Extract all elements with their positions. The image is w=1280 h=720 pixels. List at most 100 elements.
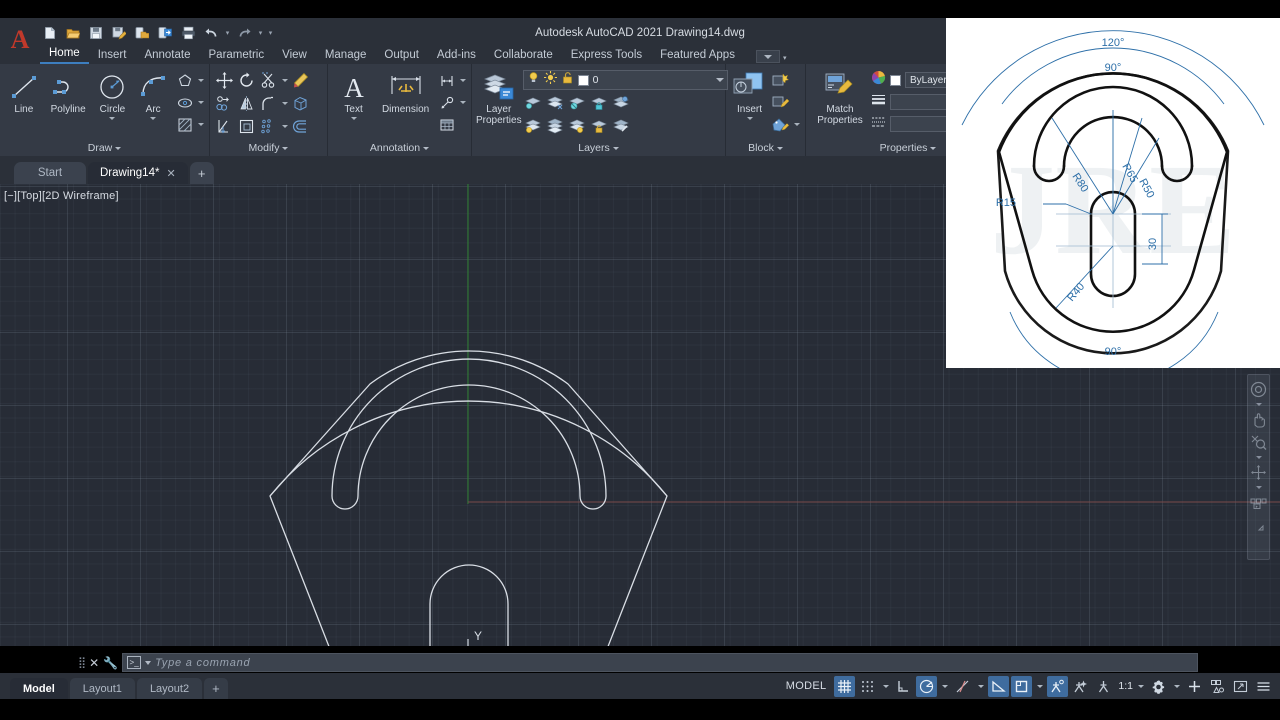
array-icon[interactable] <box>258 116 279 137</box>
close-icon[interactable]: ✕ <box>89 656 99 670</box>
snap-dropdown-icon[interactable] <box>880 676 891 697</box>
layer-unlock-icon[interactable] <box>589 115 610 136</box>
chevron-down-icon[interactable] <box>715 78 724 82</box>
sun-icon[interactable] <box>543 71 557 89</box>
zoom-extents-icon[interactable] <box>1249 433 1268 452</box>
layer-properties-button[interactable]: Layer Properties <box>476 67 522 126</box>
layer-delete-icon[interactable] <box>611 115 632 136</box>
redo-arrow-icon[interactable] <box>234 23 254 43</box>
ellipse-icon[interactable] <box>174 92 195 113</box>
tab-featured-apps[interactable]: Featured Apps <box>651 48 744 64</box>
hardware-acceleration-button[interactable] <box>1184 676 1205 697</box>
close-icon[interactable]: ✕ <box>166 167 175 180</box>
fillet-icon[interactable] <box>258 93 279 114</box>
offset-icon[interactable] <box>290 116 311 137</box>
tab-collaborate[interactable]: Collaborate <box>485 48 562 64</box>
panel-annotation-title-bar[interactable]: Annotation <box>332 140 467 156</box>
panel-layers-title-bar[interactable]: Layers <box>476 140 721 156</box>
dimension-dropdown-icon[interactable] <box>458 70 467 91</box>
layer-thaw-icon[interactable] <box>545 115 566 136</box>
navbar-dropdown-1-icon[interactable] <box>1255 403 1262 406</box>
open-from-web-icon[interactable] <box>132 23 152 43</box>
tab-parametric[interactable]: Parametric <box>200 48 274 64</box>
annotation-dimension-button[interactable]: Dimension <box>376 67 435 116</box>
ribbon-minimize-button[interactable] <box>755 50 780 63</box>
panel-draw-title-bar[interactable]: Draw <box>4 140 205 156</box>
copy-icon[interactable] <box>214 93 235 114</box>
new-document-icon[interactable] <box>40 23 60 43</box>
ribbon-minimize-dropdown-icon[interactable]: ▾ <box>783 54 787 62</box>
model-space-toggle[interactable]: MODEL <box>780 680 833 692</box>
drag-grip-icon[interactable]: ⣿ <box>78 656 86 669</box>
tab-manage[interactable]: Manage <box>316 48 376 64</box>
polar-tracking-button[interactable] <box>916 675 938 697</box>
command-input[interactable]: >_ Type a command <box>122 653 1198 672</box>
layer-turn-on-icon[interactable] <box>567 115 588 136</box>
hatch-dropdown-icon[interactable] <box>196 114 205 135</box>
osnap-dropdown-icon[interactable] <box>975 676 986 697</box>
match-properties-button[interactable]: Match Properties <box>810 67 870 126</box>
layer-control-dropdown[interactable]: 0 <box>522 70 728 90</box>
customize-wrench-icon[interactable]: 🔧 <box>103 656 118 670</box>
text-dropdown-icon[interactable] <box>350 116 357 120</box>
tab-addins[interactable]: Add-ins <box>428 48 485 64</box>
layer-merge-icon[interactable] <box>611 92 632 113</box>
hatch-icon[interactable] <box>174 114 195 135</box>
chevron-down-icon[interactable] <box>145 660 152 665</box>
lightbulb-on-icon[interactable] <box>527 71 540 89</box>
block-attributes-dropdown-icon[interactable] <box>792 114 801 135</box>
layout-tab-layout2[interactable]: Layout2 <box>136 678 203 699</box>
orbit-icon[interactable] <box>1249 463 1268 482</box>
save-to-web-icon[interactable] <box>155 23 175 43</box>
tab-output[interactable]: Output <box>375 48 428 64</box>
object-snap-tracking-button[interactable] <box>988 675 1010 697</box>
leader-dropdown-icon[interactable] <box>458 92 467 113</box>
file-tab-start[interactable]: Start <box>14 162 86 184</box>
autoscale-button[interactable] <box>1070 676 1091 697</box>
arc-dropdown-icon[interactable] <box>150 116 157 120</box>
grid-display-button[interactable] <box>834 675 856 697</box>
open-folder-icon[interactable] <box>63 23 83 43</box>
autocad-a-logo[interactable]: A <box>4 18 36 62</box>
stretch-icon[interactable] <box>214 116 235 137</box>
annotation-visibility-button[interactable] <box>1047 675 1069 697</box>
draw-line-button[interactable]: Line <box>4 67 44 116</box>
explode-icon[interactable] <box>290 93 311 114</box>
tab-express-tools[interactable]: Express Tools <box>562 48 651 64</box>
insert-dropdown-icon[interactable] <box>746 116 753 120</box>
layout-tab-layout1[interactable]: Layout1 <box>69 678 135 699</box>
insert-block-button[interactable]: Insert <box>730 67 769 120</box>
plot-printer-icon[interactable] <box>178 23 198 43</box>
trim-icon[interactable] <box>258 70 279 91</box>
leader-icon[interactable] <box>436 92 457 113</box>
polygon-dropdown-icon[interactable] <box>196 70 205 91</box>
workspace-switching-button[interactable] <box>1148 676 1169 697</box>
viewcube-full-navigation-icon[interactable] <box>1249 380 1268 399</box>
undo-dropdown-icon[interactable]: ▾ <box>224 29 231 37</box>
new-file-tab-button[interactable]: + <box>189 162 214 184</box>
move-icon[interactable] <box>214 70 235 91</box>
layout-tab-model[interactable]: Model <box>10 678 68 699</box>
workspace-dropdown-icon[interactable] <box>1171 676 1182 697</box>
create-block-icon[interactable] <box>770 70 791 91</box>
ellipse-dropdown-icon[interactable] <box>196 92 205 113</box>
block-attributes-icon[interactable] <box>770 114 791 135</box>
layer-freeze-icon[interactable] <box>545 92 566 113</box>
table-icon[interactable] <box>436 114 457 135</box>
trim-dropdown-icon[interactable] <box>280 70 289 91</box>
panel-modify-title-bar[interactable]: Modify <box>214 140 323 156</box>
annotation-scale-value[interactable]: 1:1 <box>1116 680 1133 692</box>
layer-unisolate-icon[interactable] <box>523 115 544 136</box>
polygon-icon[interactable] <box>174 70 195 91</box>
tab-insert[interactable]: Insert <box>89 48 136 64</box>
undo-arrow-icon[interactable] <box>201 23 221 43</box>
dimension-linear-icon[interactable] <box>436 70 457 91</box>
isolate-objects-button[interactable] <box>1207 676 1228 697</box>
fullscreen-button[interactable] <box>1230 676 1251 697</box>
ortho-mode-button[interactable] <box>893 676 914 697</box>
object-snap-button[interactable] <box>952 676 973 697</box>
edit-block-icon[interactable] <box>770 92 791 113</box>
snap-mode-button[interactable] <box>857 676 878 697</box>
draw-arc-button[interactable]: Arc <box>133 67 173 120</box>
save-icon[interactable] <box>86 23 106 43</box>
